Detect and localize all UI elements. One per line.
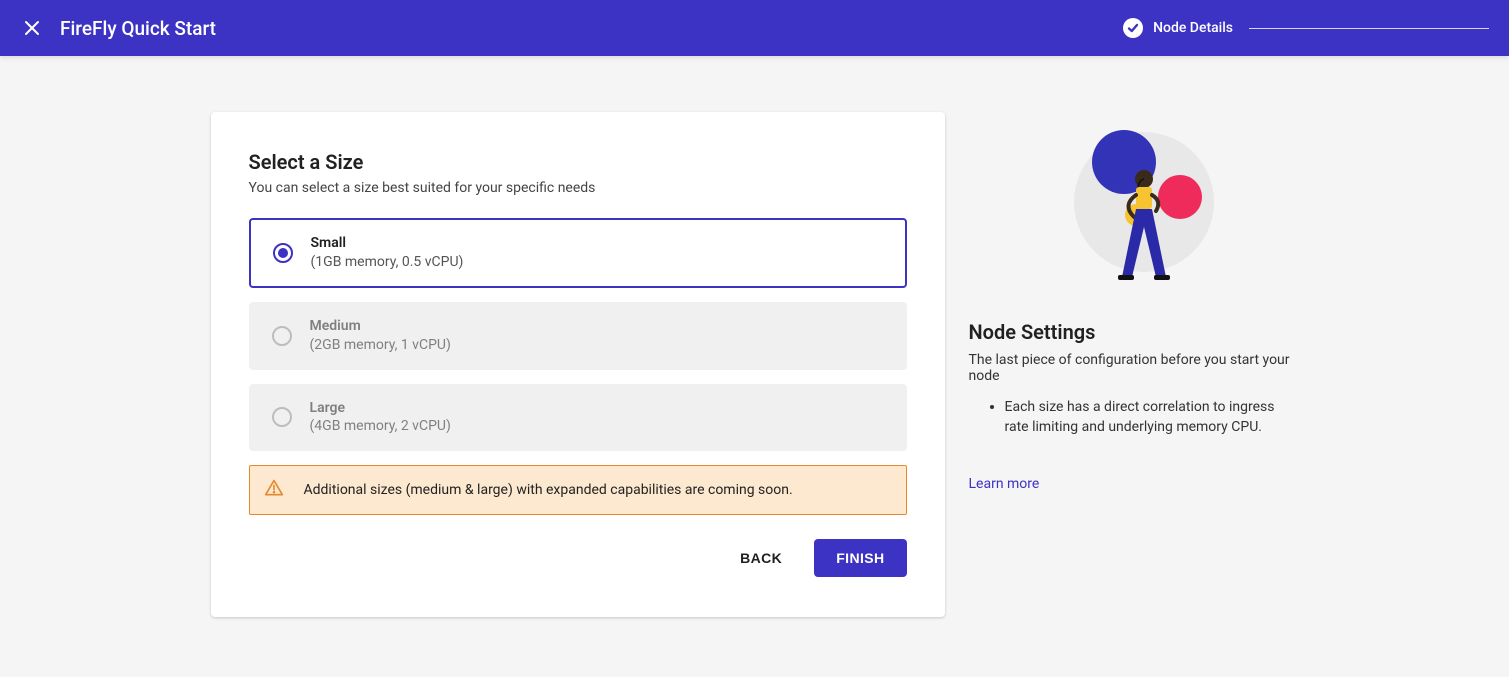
select-size-card: Select a Size You can select a size best… [211, 112, 945, 617]
radio-unselected-icon [272, 407, 292, 427]
step-label: Node Details [1153, 20, 1233, 36]
size-option-small[interactable]: Small (1GB memory, 0.5 vCPU) [249, 218, 907, 288]
info-alert: Additional sizes (medium & large) with e… [249, 465, 907, 515]
main-content: Select a Size You can select a size best… [0, 56, 1509, 617]
back-button[interactable]: BACK [728, 540, 794, 576]
finish-button[interactable]: FINISH [814, 539, 906, 577]
learn-more-link[interactable]: Learn more [969, 476, 1040, 492]
card-subtitle: You can select a size best suited for yo… [249, 180, 907, 196]
card-title: Select a Size [249, 150, 907, 174]
side-bullet-list: Each size has a direct correlation to in… [969, 398, 1299, 437]
list-item: Each size has a direct correlation to in… [1005, 398, 1299, 437]
page-title: FireFly Quick Start [60, 17, 1123, 40]
option-detail: (2GB memory, 1 vCPU) [310, 336, 451, 355]
option-label: Small [311, 234, 464, 253]
option-label: Medium [310, 317, 451, 336]
radio-selected-icon [273, 243, 293, 263]
side-panel: Node Settings The last piece of configur… [969, 112, 1299, 492]
side-subtitle: The last piece of configuration before y… [969, 352, 1299, 384]
close-icon[interactable] [20, 16, 44, 40]
app-header: FireFly Quick Start Node Details [0, 0, 1509, 56]
step-progress-line [1249, 28, 1489, 29]
radio-unselected-icon [272, 326, 292, 346]
size-option-large: Large (4GB memory, 2 vCPU) [249, 384, 907, 452]
card-actions: BACK FINISH [249, 539, 907, 577]
check-circle-icon [1123, 18, 1143, 38]
illustration [969, 112, 1299, 292]
size-option-medium: Medium (2GB memory, 1 vCPU) [249, 302, 907, 370]
wizard-step-indicator: Node Details [1123, 18, 1489, 38]
option-detail: (1GB memory, 0.5 vCPU) [311, 253, 464, 272]
alert-text: Additional sizes (medium & large) with e… [304, 482, 793, 498]
option-label: Large [310, 399, 451, 418]
option-detail: (4GB memory, 2 vCPU) [310, 417, 451, 436]
warning-icon [264, 478, 284, 502]
side-title: Node Settings [969, 320, 1299, 344]
